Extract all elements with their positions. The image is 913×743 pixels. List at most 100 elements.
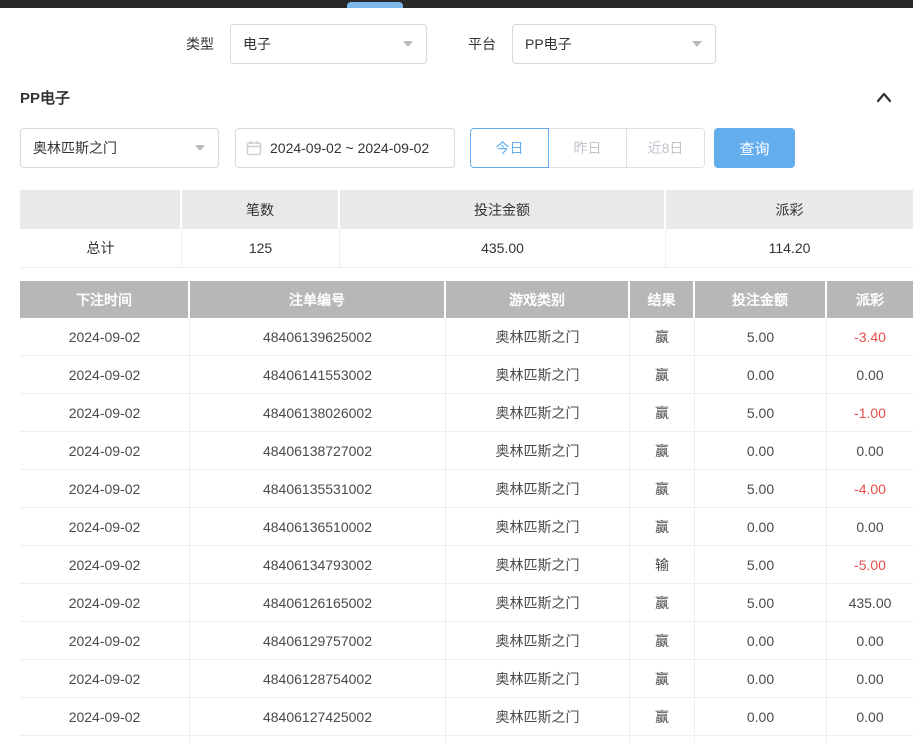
section-header: PP电子	[20, 87, 893, 108]
cell-payout: -3.40	[827, 318, 913, 355]
cell-payout: -5.00	[827, 546, 913, 583]
cell-bet-amount: 0.00	[695, 698, 827, 735]
cell-result: 赢	[630, 698, 695, 735]
calendar-icon	[246, 140, 262, 156]
table-row: 2024-09-0248406141553002奥林匹斯之门赢0.000.00	[20, 356, 913, 394]
quick-button-last-8-days[interactable]: 近8日	[626, 128, 705, 168]
cell-payout: -5.00	[827, 736, 913, 743]
cell-order-number: 48406126165002	[190, 584, 446, 621]
summary-total-payout: 114.20	[666, 229, 913, 267]
bet-header-game-category: 游戏类别	[446, 281, 630, 318]
cell-bet-time: 2024-09-02	[20, 584, 190, 621]
table-row: 2024-09-0248406129757002奥林匹斯之门赢0.000.00	[20, 622, 913, 660]
cell-bet-amount: 0.00	[695, 508, 827, 545]
chevron-down-icon	[692, 41, 702, 47]
platform-select[interactable]: PP电子	[512, 24, 716, 64]
cell-game-category: 奥林匹斯之门	[446, 318, 630, 355]
cell-order-number: 48406134793002	[190, 546, 446, 583]
cell-result: 赢	[630, 432, 695, 469]
table-row: 2024-09-0248406128754002奥林匹斯之门赢0.000.00	[20, 660, 913, 698]
cell-bet-time: 2024-09-02	[20, 622, 190, 659]
quick-button-yesterday[interactable]: 昨日	[548, 128, 627, 168]
cell-bet-amount: 5.00	[695, 318, 827, 355]
summary-total-count: 125	[182, 229, 340, 267]
cell-bet-amount: 0.00	[695, 432, 827, 469]
summary-table: 笔数 投注金额 派彩 总计 125 435.00 114.20	[20, 190, 913, 268]
cell-payout: 0.00	[827, 508, 913, 545]
bet-header-bet-amount: 投注金额	[695, 281, 827, 318]
table-row: 2024-09-0248406139625002奥林匹斯之门赢5.00-3.40	[20, 318, 913, 356]
chevron-down-icon	[403, 41, 413, 47]
summary-header-payout: 派彩	[666, 190, 913, 229]
summary-table-header: 笔数 投注金额 派彩	[20, 190, 913, 229]
quick-button-group: 今日昨日近8日	[470, 128, 705, 168]
cell-payout: 0.00	[827, 660, 913, 697]
bet-header-bet-time: 下注时间	[20, 281, 190, 318]
table-row: 2024-09-0248406126165002奥林匹斯之门赢5.00435.0…	[20, 584, 913, 622]
cell-order-number: 48406138026002	[190, 394, 446, 431]
type-select-value: 电子	[243, 34, 271, 54]
cell-bet-time: 2024-09-02	[20, 698, 190, 735]
cell-order-number: 48406129757002	[190, 622, 446, 659]
cell-bet-amount: 5.00	[695, 394, 827, 431]
cell-order-number: 48406141553002	[190, 356, 446, 393]
bet-header-result: 结果	[630, 281, 695, 318]
date-range-value: 2024-09-02 ~ 2024-09-02	[270, 140, 429, 156]
table-row: 2024-09-0248406136510002奥林匹斯之门赢0.000.00	[20, 508, 913, 546]
cell-order-number: 48406135531002	[190, 470, 446, 507]
cell-result: 输	[630, 736, 695, 743]
cell-bet-time: 2024-09-02	[20, 394, 190, 431]
cell-bet-time: 2024-09-02	[20, 432, 190, 469]
cell-result: 赢	[630, 470, 695, 507]
summary-header-count: 笔数	[182, 190, 340, 229]
cell-payout: -1.00	[827, 394, 913, 431]
cell-payout: -4.00	[827, 470, 913, 507]
cell-payout: 435.00	[827, 584, 913, 621]
collapse-chevron-up-icon[interactable]	[875, 89, 893, 107]
table-row: 2024-09-0248406127425002奥林匹斯之门赢0.000.00	[20, 698, 913, 736]
cell-bet-time: 2024-09-02	[20, 660, 190, 697]
cell-bet-time: 2024-09-02	[20, 356, 190, 393]
summary-header-bet-amount: 投注金额	[340, 190, 666, 229]
table-row: 2024-09-0248406135531002奥林匹斯之门赢5.00-4.00	[20, 470, 913, 508]
cell-bet-time: 2024-09-02	[20, 508, 190, 545]
cell-game-category: 奥林匹斯之门	[446, 508, 630, 545]
cell-result: 赢	[630, 508, 695, 545]
bet-table-body: 2024-09-0248406139625002奥林匹斯之门赢5.00-3.40…	[20, 318, 913, 743]
cell-bet-time: 2024-09-02	[20, 318, 190, 355]
active-tab-indicator[interactable]	[347, 2, 403, 8]
cell-bet-amount: 0.00	[695, 356, 827, 393]
cell-game-category: 奥林匹斯之门	[446, 698, 630, 735]
cell-order-number: 48406136510002	[190, 508, 446, 545]
type-select[interactable]: 电子	[230, 24, 427, 64]
summary-header-empty	[20, 190, 182, 229]
cell-order-number: 48406139625002	[190, 318, 446, 355]
cell-game-category: 奥林匹斯之门	[446, 660, 630, 697]
quick-button-today[interactable]: 今日	[470, 128, 549, 168]
cell-result: 赢	[630, 622, 695, 659]
filter-row: 类型 电子 平台 PP电子	[186, 24, 913, 64]
search-button[interactable]: 查询	[714, 128, 795, 168]
game-select-value: 奥林匹斯之门	[33, 138, 117, 158]
game-select[interactable]: 奥林匹斯之门	[20, 128, 219, 168]
cell-bet-time: 2024-09-02	[20, 736, 190, 743]
cell-game-category: 奥林匹斯之门	[446, 470, 630, 507]
cell-game-category: 奥林匹斯之门	[446, 394, 630, 431]
section-title: PP电子	[20, 87, 70, 108]
cell-order-number: 48406138727002	[190, 432, 446, 469]
cell-bet-amount: 5.00	[695, 736, 827, 743]
table-row: 2024-09-0248406138026002奥林匹斯之门赢5.00-1.00	[20, 394, 913, 432]
cell-result: 输	[630, 546, 695, 583]
cell-game-category: 奥林匹斯之门	[446, 736, 630, 743]
type-label: 类型	[186, 34, 214, 54]
cell-payout: 0.00	[827, 432, 913, 469]
cell-bet-amount: 0.00	[695, 660, 827, 697]
cell-bet-amount: 0.00	[695, 622, 827, 659]
platform-select-value: PP电子	[525, 34, 572, 54]
bet-header-order-number: 注单编号	[190, 281, 446, 318]
cell-game-category: 奥林匹斯之门	[446, 546, 630, 583]
table-row: 2024-09-0248406138727002奥林匹斯之门赢0.000.00	[20, 432, 913, 470]
cell-payout: 0.00	[827, 356, 913, 393]
date-range-input[interactable]: 2024-09-02 ~ 2024-09-02	[235, 128, 455, 168]
cell-order-number: 48406127425002	[190, 698, 446, 735]
